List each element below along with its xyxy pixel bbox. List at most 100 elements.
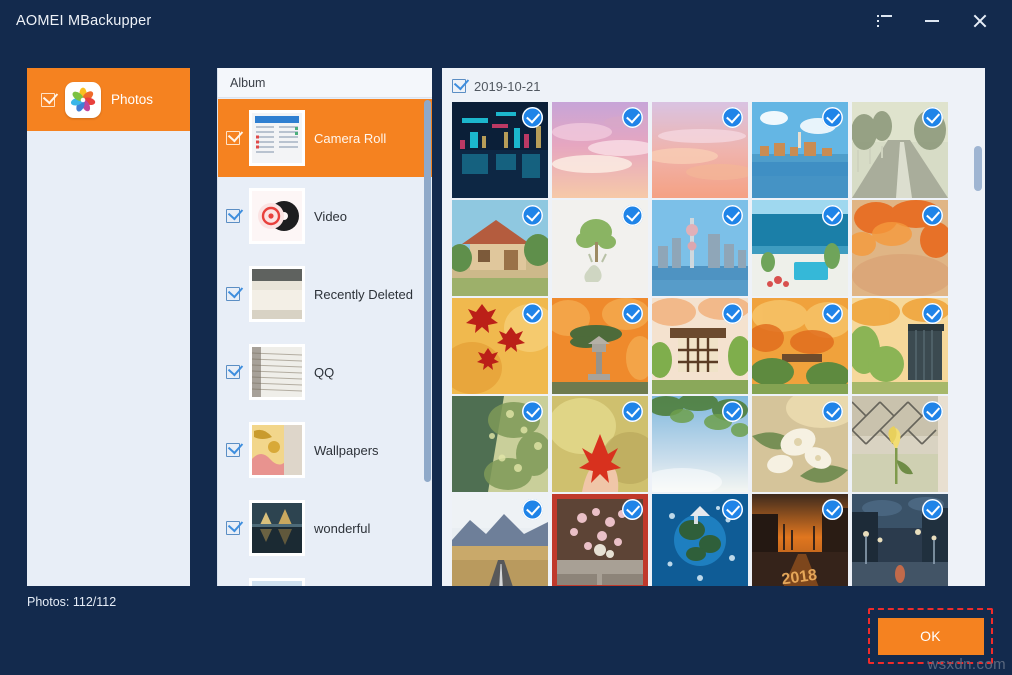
photo-cell[interactable] [552, 494, 648, 586]
photo-selected-check[interactable] [922, 107, 943, 128]
minimize-button[interactable] [918, 8, 946, 34]
photo-cell[interactable] [752, 298, 848, 394]
category-panel: Photos [27, 68, 190, 586]
photo-cell[interactable] [452, 494, 548, 586]
photo-cell[interactable] [852, 494, 948, 586]
photo-selected-check[interactable] [622, 205, 643, 226]
photo-selected-check[interactable] [722, 499, 743, 520]
close-button[interactable] [966, 8, 994, 34]
date-group-checkbox[interactable] [452, 79, 466, 93]
album-checkbox[interactable] [226, 521, 240, 535]
photo-cell[interactable] [652, 200, 748, 296]
photo-selected-check[interactable] [922, 401, 943, 422]
album-thumbnail [252, 269, 302, 319]
album-label: wonderful [314, 521, 370, 536]
photo-cell[interactable] [452, 396, 548, 492]
photo-grid-panel: 2019-10-21 [442, 68, 985, 586]
photo-selected-check[interactable] [722, 303, 743, 324]
footer-bar: Photos: 112/112 OK wsxdn.com [0, 587, 1012, 675]
photo-selected-check[interactable] [922, 303, 943, 324]
photo-cell[interactable] [552, 200, 648, 296]
photo-cell[interactable] [552, 396, 648, 492]
photo-cell[interactable] [452, 298, 548, 394]
photo-cell[interactable] [752, 200, 848, 296]
photo-selected-check[interactable] [522, 205, 543, 226]
album-item-recently-deleted[interactable]: Recently Deleted [218, 255, 432, 333]
album-checkbox[interactable] [226, 287, 240, 301]
photo-cell[interactable] [652, 102, 748, 198]
close-icon [972, 13, 988, 29]
window-controls [870, 8, 1000, 34]
album-item-camera-roll[interactable]: Camera Roll [218, 99, 432, 177]
photo-selected-check[interactable] [622, 499, 643, 520]
album-item-partial[interactable] [218, 567, 432, 586]
album-header: Album [218, 68, 432, 98]
album-label: QQ [314, 365, 334, 380]
menu-button[interactable] [870, 8, 898, 34]
status-text: Photos: 112/112 [27, 595, 116, 609]
photo-grid: 2018 [442, 96, 985, 586]
photo-selected-check[interactable] [822, 401, 843, 422]
album-thumbnail [252, 503, 302, 553]
album-item-wallpapers[interactable]: Wallpapers [218, 411, 432, 489]
photo-cell[interactable] [852, 298, 948, 394]
album-scrollbar-thumb[interactable] [424, 100, 431, 482]
category-label: Photos [111, 92, 153, 107]
album-checkbox[interactable] [226, 443, 240, 457]
list-menu-icon [877, 15, 892, 27]
photo-selected-check[interactable] [722, 107, 743, 128]
album-label: Recently Deleted [314, 287, 413, 302]
photo-selected-check[interactable] [522, 303, 543, 324]
album-item-qq[interactable]: QQ [218, 333, 432, 411]
album-checkbox[interactable] [226, 365, 240, 379]
ok-button[interactable]: OK [878, 618, 984, 655]
photo-selected-check[interactable] [522, 499, 543, 520]
photo-cell[interactable] [652, 396, 748, 492]
photos-app-icon [65, 82, 101, 118]
album-label: Camera Roll [314, 131, 386, 146]
minimize-icon [925, 20, 939, 22]
album-panel: Album [217, 68, 432, 586]
album-item-wonderful[interactable]: wonderful [218, 489, 432, 567]
photo-cell[interactable] [552, 298, 648, 394]
album-thumbnail [252, 425, 302, 475]
photo-cell[interactable] [852, 200, 948, 296]
photo-selected-check[interactable] [622, 401, 643, 422]
photo-cell[interactable] [852, 102, 948, 198]
date-group-label: 2019-10-21 [474, 79, 541, 94]
album-thumbnail [252, 113, 302, 163]
watermark: wsxdn.com [927, 656, 1006, 673]
photo-selected-check[interactable] [922, 205, 943, 226]
photo-cell[interactable] [852, 396, 948, 492]
photo-selected-check[interactable] [522, 401, 543, 422]
photo-cell[interactable] [452, 200, 548, 296]
album-thumbnail [252, 347, 302, 397]
album-checkbox[interactable] [226, 209, 240, 223]
photo-cell[interactable] [452, 102, 548, 198]
photo-scrollbar-thumb[interactable] [974, 146, 982, 191]
category-checkbox[interactable] [41, 93, 55, 107]
album-checkbox[interactable] [226, 131, 240, 145]
photo-cell[interactable] [752, 396, 848, 492]
photo-selected-check[interactable] [822, 107, 843, 128]
photo-selected-check[interactable] [722, 205, 743, 226]
photo-selected-check[interactable] [622, 107, 643, 128]
photo-selected-check[interactable] [822, 499, 843, 520]
main-content: Photos Album [27, 68, 985, 586]
app-title: AOMEI MBackupper [16, 13, 151, 29]
album-list[interactable]: Camera Roll Video [218, 99, 432, 586]
photo-selected-check[interactable] [822, 205, 843, 226]
photo-selected-check[interactable] [722, 401, 743, 422]
photo-cell[interactable] [652, 298, 748, 394]
album-label: Wallpapers [314, 443, 379, 458]
photo-cell[interactable]: 2018 [752, 494, 848, 586]
photo-cell[interactable] [552, 102, 648, 198]
photo-selected-check[interactable] [522, 107, 543, 128]
photo-selected-check[interactable] [822, 303, 843, 324]
photo-selected-check[interactable] [622, 303, 643, 324]
album-item-video[interactable]: Video [218, 177, 432, 255]
photo-cell[interactable] [752, 102, 848, 198]
photo-cell[interactable] [652, 494, 748, 586]
category-item-photos[interactable]: Photos [27, 68, 190, 131]
photo-selected-check[interactable] [922, 499, 943, 520]
